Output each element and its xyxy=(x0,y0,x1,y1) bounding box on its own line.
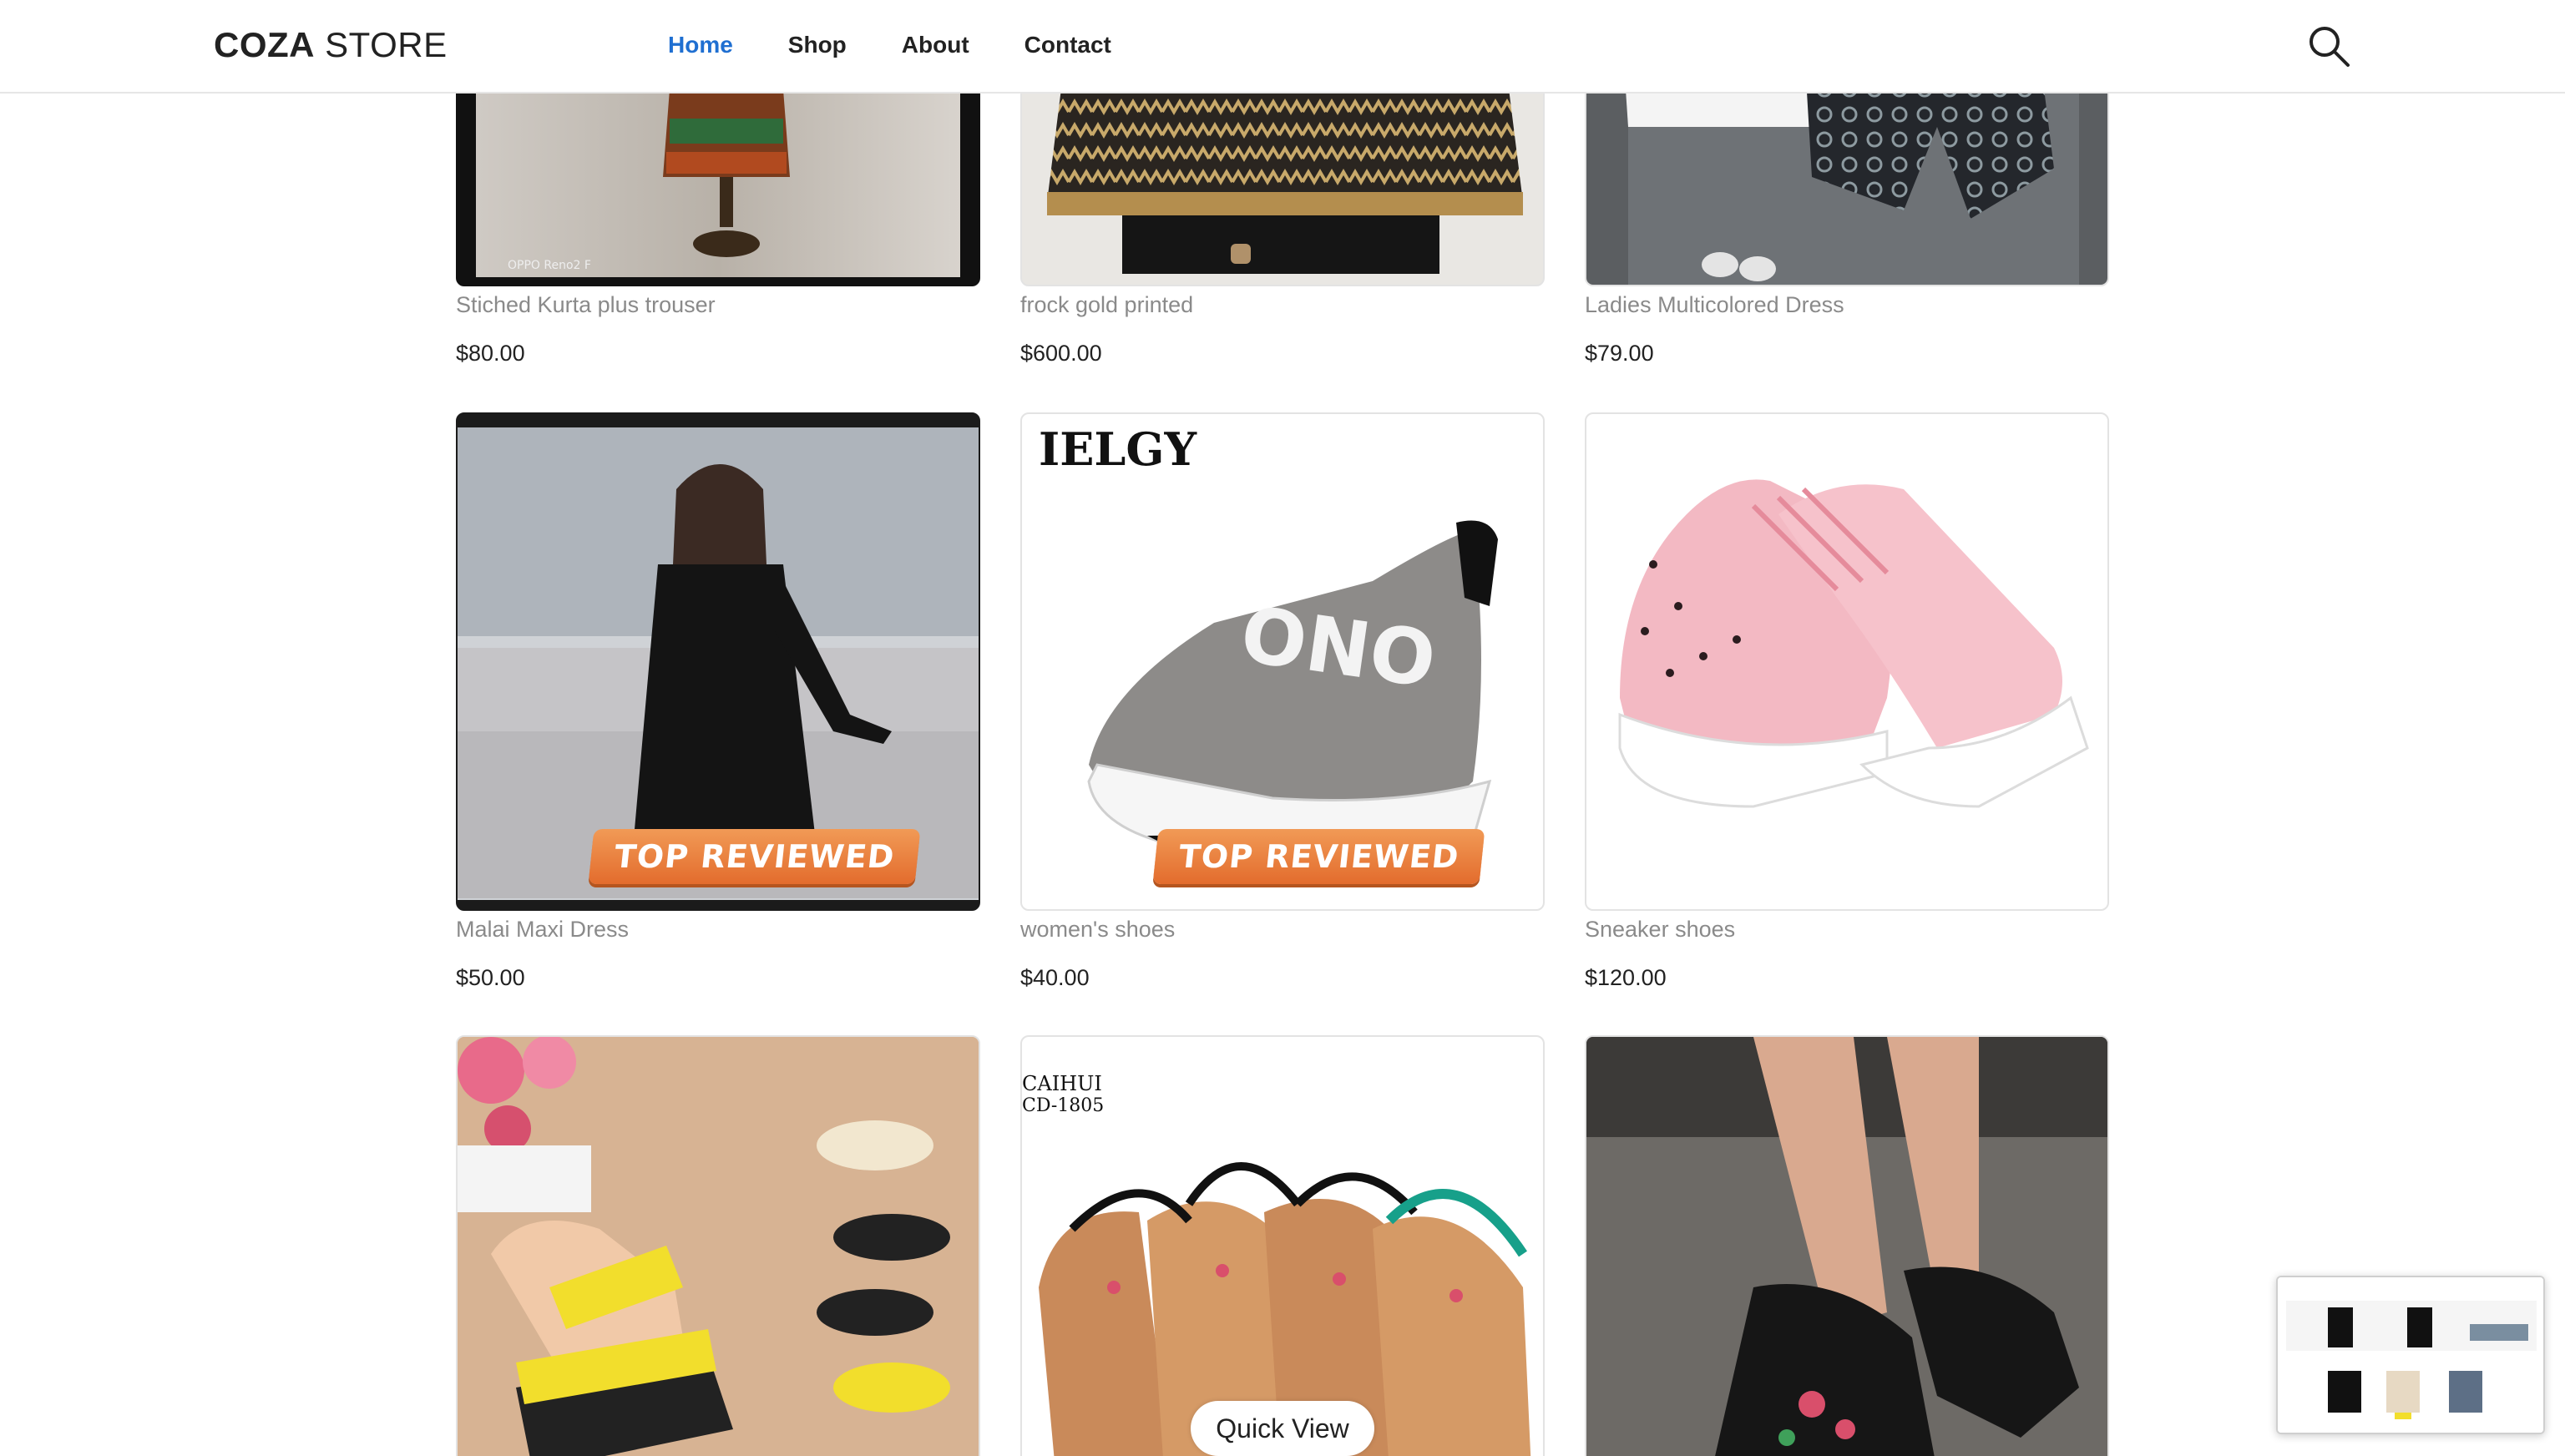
search-icon[interactable] xyxy=(2308,25,2351,68)
main-nav: Home Shop About Contact xyxy=(668,32,1166,58)
nav-home[interactable]: Home xyxy=(668,32,733,58)
top-reviewed-badge: TOP REVIEWED xyxy=(588,829,921,884)
product-image[interactable] xyxy=(456,1035,980,1456)
top-reviewed-badge: TOP REVIEWED xyxy=(1152,829,1485,884)
page-preview-thumbnail[interactable] xyxy=(2276,1276,2545,1434)
svg-text:OPPO Reno2 F: OPPO Reno2 F xyxy=(508,259,591,272)
product-image[interactable] xyxy=(1585,412,2109,911)
site-header: COZA STORE Home Shop About Contact xyxy=(0,0,2565,94)
product-price: $40.00 xyxy=(1020,965,1090,990)
nav-shop[interactable]: Shop xyxy=(788,32,847,58)
product-grid: OPPO Reno2 F Stiched Kurta plus trouser … xyxy=(0,0,2565,1456)
nav-contact[interactable]: Contact xyxy=(1024,32,1111,58)
nav-about[interactable]: About xyxy=(902,32,969,58)
product-name[interactable]: women's shoes xyxy=(1020,917,1175,943)
product-name[interactable]: frock gold printed xyxy=(1020,292,1193,318)
product-image[interactable]: TOP REVIEWED xyxy=(456,412,980,911)
site-logo[interactable]: COZA STORE xyxy=(214,25,448,65)
product-image[interactable]: CAIHUI CD-1805 xyxy=(1020,1035,1545,1456)
product-price: $50.00 xyxy=(456,965,525,990)
product-image[interactable] xyxy=(1585,1035,2109,1456)
product-price: $600.00 xyxy=(1020,341,1102,366)
product-name[interactable]: Stiched Kurta plus trouser xyxy=(456,292,716,318)
product-price: $80.00 xyxy=(456,341,525,366)
logo-bold-text: COZA xyxy=(214,25,315,64)
product-name[interactable]: Sneaker shoes xyxy=(1585,917,1735,943)
product-price: $120.00 xyxy=(1585,965,1667,990)
product-name[interactable]: Ladies Multicolored Dress xyxy=(1585,292,1844,318)
product-image[interactable]: IELGY ONO TOP REVIEWED xyxy=(1020,412,1545,911)
product-name[interactable]: Malai Maxi Dress xyxy=(456,917,629,943)
logo-light-text: STORE xyxy=(325,25,448,64)
product-price: $79.00 xyxy=(1585,341,1654,366)
quick-view-button[interactable]: Quick View xyxy=(1191,1401,1374,1456)
